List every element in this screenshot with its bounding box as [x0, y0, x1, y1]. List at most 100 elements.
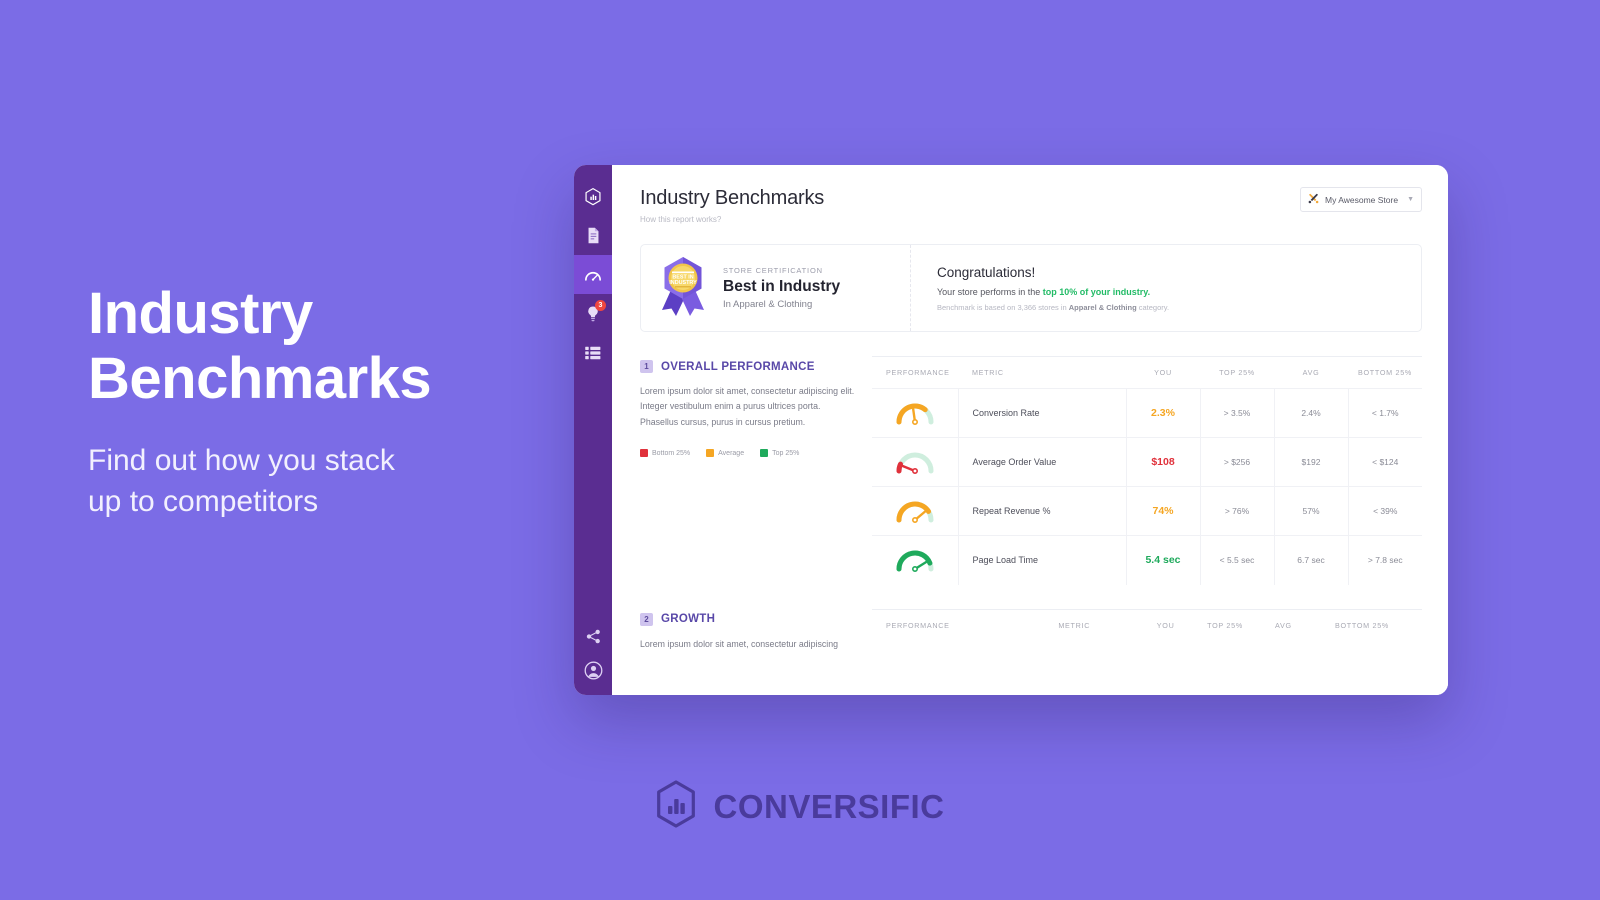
- how-report-works-link[interactable]: How this report works?: [640, 215, 824, 224]
- page-title: Industry Benchmarks: [88, 281, 558, 412]
- top25-value: > 76%: [1200, 486, 1275, 536]
- section-2-heading: 2 GROWTH: [640, 612, 858, 626]
- legend-swatch-top: [760, 449, 769, 458]
- section-1-body: Lorem ipsum dolor sit amet, consectetur …: [640, 386, 855, 427]
- metric-name: Conversion Rate: [958, 388, 1127, 438]
- content-fade: [612, 669, 1448, 695]
- avg-value: 57%: [1274, 486, 1349, 536]
- th-bottom25-growth: BOTTOM 25%: [1302, 608, 1422, 641]
- brand-footer: CONVERSIFIC: [0, 780, 1600, 833]
- app-window: 3 Industry Benchmarks How this report wo…: [574, 165, 1448, 695]
- legend-swatch-average: [706, 449, 715, 458]
- brand-wordmark: CONVERSIFIC: [713, 787, 945, 825]
- page-heading-block: Industry Benchmarks How this report work…: [640, 187, 824, 224]
- th-avg-growth: AVG: [1264, 608, 1303, 641]
- store-selector[interactable]: My Awesome Store ▼: [1300, 187, 1422, 212]
- gauge-icon: [584, 268, 602, 282]
- document-icon: [586, 227, 601, 244]
- table-row[interactable]: Repeat Revenue % 74% > 76% 57% < 39%: [872, 486, 1422, 536]
- metric-name: Average Order Value: [958, 437, 1127, 487]
- gauge-icon: [872, 447, 958, 477]
- legend-item-bottom: Bottom 25%: [640, 449, 691, 458]
- bottom25-value: < 1.7%: [1348, 388, 1422, 438]
- sidebar-item-app-logo[interactable]: [574, 177, 612, 216]
- table-row[interactable]: Page Load Time 5.4 sec < 5.5 sec 6.7 sec > 7…: [872, 535, 1422, 585]
- th-performance-growth: PERFORMANCE: [872, 608, 1045, 641]
- table-header-row-growth: PERFORMANCE METRIC YOU TOP 25% AVG BOTTO…: [872, 608, 1422, 641]
- list-icon: [585, 346, 601, 360]
- sidebar-item-insights[interactable]: 3: [574, 294, 612, 333]
- top25-value: < 5.5 sec: [1200, 535, 1275, 585]
- performance-statement: Your store performs in the top 10% of yo…: [937, 287, 1421, 297]
- legend-label-average: Average: [718, 449, 745, 457]
- your-value: $108: [1126, 437, 1201, 487]
- certification-left: BEST IN INDUSTRY STORE CERTIFICATION Bes…: [641, 245, 911, 331]
- user-avatar-icon: [584, 661, 603, 680]
- hero-subtitle-line-2: up to competitors: [88, 485, 319, 519]
- performance-statement-prefix: Your store performs in the: [937, 286, 1043, 297]
- benchmark-table-overall: PERFORMANCE METRIC YOU TOP 25% AVG BOTTO…: [872, 356, 1422, 585]
- gauge-cell: [872, 535, 959, 585]
- avg-value: $192: [1274, 437, 1349, 487]
- sidebar-item-benchmarks[interactable]: [574, 255, 612, 294]
- benchmark-table-growth: PERFORMANCE METRIC YOU TOP 25% AVG BOTTO…: [872, 608, 1422, 641]
- your-value: 2.3%: [1126, 388, 1201, 438]
- th-metric-growth: METRIC: [1044, 608, 1146, 641]
- th-bottom25: BOTTOM 25%: [1348, 356, 1422, 389]
- section-1-table-block: PERFORMANCE METRIC YOU TOP 25% AVG BOTTO…: [872, 356, 1422, 585]
- section-2-title: GROWTH: [661, 613, 716, 625]
- table-body-overall: Conversion Rate 2.3% > 3.5% 2.4% < 1.7% Avera…: [872, 388, 1422, 585]
- table-row[interactable]: Conversion Rate 2.3% > 3.5% 2.4% < 1.7%: [872, 388, 1422, 438]
- section-1-title: OVERALL PERFORMANCE: [661, 360, 815, 373]
- benchmark-note-suffix: category.: [1136, 302, 1170, 312]
- hexagon-logo-icon: [585, 187, 601, 206]
- page-topbar: Industry Benchmarks How this report work…: [640, 187, 1422, 224]
- legend-label-bottom: Bottom 25%: [652, 449, 691, 457]
- benchmark-note-prefix: Benchmark is based on 3,366 stores in: [937, 302, 1069, 312]
- sidebar-item-account[interactable]: [574, 656, 612, 695]
- table-row[interactable]: Average Order Value $108 > $256 $192 < $124: [872, 437, 1422, 487]
- bottom25-value: < 39%: [1348, 486, 1422, 536]
- gauge-cell: [872, 437, 959, 487]
- metric-name: Page Load Time: [958, 535, 1127, 585]
- bottom25-value: > 7.8 sec: [1348, 535, 1422, 585]
- th-avg: AVG: [1274, 356, 1348, 389]
- sidebar-item-reports[interactable]: [574, 216, 612, 255]
- sidebar-item-share[interactable]: [574, 617, 612, 656]
- performance-highlight: top 10% of your industry.: [1042, 286, 1151, 297]
- legend: Bottom 25% Average Top 25%: [640, 449, 858, 458]
- gauge-icon: [872, 545, 958, 575]
- gauge-icon: [872, 496, 958, 526]
- tools-icon: [1308, 193, 1319, 206]
- metric-name: Repeat Revenue %: [958, 486, 1127, 536]
- top25-value: > $256: [1200, 437, 1275, 487]
- top25-value: > 3.5%: [1200, 388, 1275, 438]
- insights-badge-count: 3: [595, 300, 606, 311]
- gauge-cell: [872, 388, 959, 438]
- th-top25-growth: TOP 25%: [1185, 608, 1265, 641]
- certification-text: STORE CERTIFICATION Best in Industry In …: [723, 266, 840, 310]
- th-performance: PERFORMANCE: [872, 356, 958, 389]
- avg-value: 2.4%: [1274, 388, 1349, 438]
- hero-title-line-2: Benchmarks: [88, 345, 432, 411]
- section-1-number: 1: [640, 360, 653, 373]
- sidebar: 3: [574, 165, 612, 695]
- th-you-growth: YOU: [1145, 608, 1186, 641]
- th-you: YOU: [1126, 356, 1200, 389]
- chevron-down-icon: ▼: [1407, 196, 1414, 203]
- hero-copy: Industry Benchmarks Find out how you sta…: [88, 281, 558, 523]
- legend-label-top: Top 25%: [772, 449, 800, 457]
- legend-item-average: Average: [706, 449, 745, 458]
- hero-title-line-1: Industry: [88, 281, 313, 346]
- certification-title: Best in Industry: [723, 278, 841, 295]
- congratulations-title: Congratulations!: [937, 264, 1036, 280]
- benchmark-note: Benchmark is based on 3,366 stores in Ap…: [937, 303, 1421, 312]
- certification-eyebrow: STORE CERTIFICATION: [723, 266, 823, 275]
- certification-card: BEST IN INDUSTRY STORE CERTIFICATION Bes…: [640, 244, 1422, 332]
- certification-right: Congratulations! Your store performs in …: [911, 245, 1421, 331]
- certification-category: In Apparel & Clothing: [723, 299, 813, 310]
- report-title: Industry Benchmarks: [640, 187, 825, 209]
- table-header-row: PERFORMANCE METRIC YOU TOP 25% AVG BOTTO…: [872, 356, 1422, 389]
- sidebar-item-tasks[interactable]: [574, 333, 612, 372]
- section-1-heading: 1 OVERALL PERFORMANCE: [640, 360, 858, 373]
